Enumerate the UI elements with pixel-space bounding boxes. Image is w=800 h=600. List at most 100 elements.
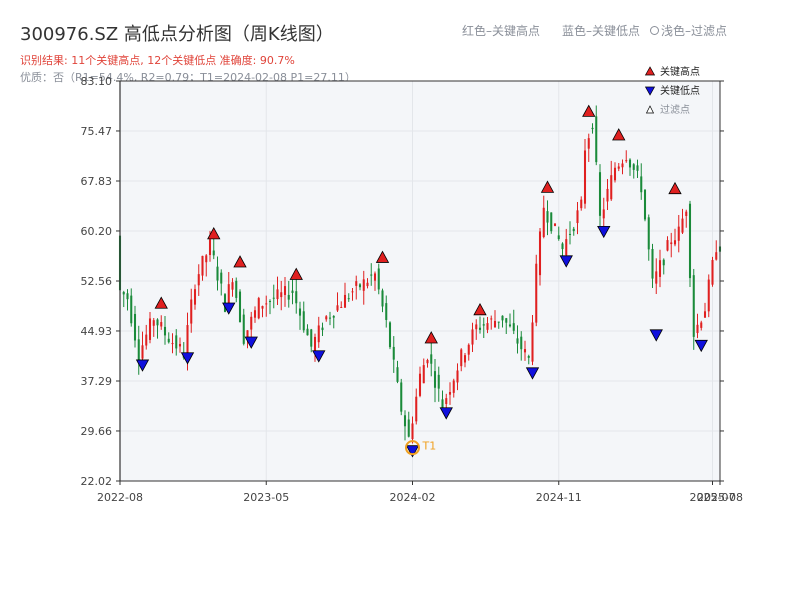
candle-body bbox=[688, 203, 692, 279]
candle-body bbox=[242, 314, 245, 344]
candle-body bbox=[565, 239, 568, 256]
candle-body bbox=[640, 176, 643, 193]
candle-body bbox=[628, 159, 632, 168]
candle-body bbox=[156, 319, 159, 326]
candle-body bbox=[490, 318, 493, 320]
candle-body bbox=[576, 210, 579, 224]
candle-body bbox=[553, 223, 557, 226]
candle-body bbox=[160, 322, 163, 327]
candle-body bbox=[715, 252, 718, 260]
candle-body bbox=[403, 415, 407, 427]
y-tick-label: 83.10 bbox=[81, 75, 113, 88]
candle-body bbox=[538, 231, 542, 276]
candle-body bbox=[377, 268, 380, 290]
candle-body bbox=[220, 272, 223, 284]
candle-body bbox=[370, 274, 373, 276]
candle-body bbox=[662, 259, 665, 266]
candle-body bbox=[700, 322, 703, 328]
candle-body bbox=[418, 373, 422, 396]
candle-body bbox=[313, 336, 317, 352]
candle-body bbox=[520, 336, 523, 350]
legend-label: 过滤点 bbox=[660, 103, 690, 116]
x-tick-label: 2023-05 bbox=[243, 491, 289, 504]
candle-body bbox=[411, 423, 414, 440]
candle-body bbox=[426, 359, 429, 364]
candle-body bbox=[302, 311, 305, 331]
y-tick-label: 75.47 bbox=[81, 125, 113, 138]
legend-label: 关键高点 bbox=[660, 65, 700, 78]
candle-body bbox=[130, 295, 133, 324]
candle-body bbox=[703, 311, 707, 318]
candle-body bbox=[523, 349, 527, 353]
candle-body bbox=[280, 292, 283, 298]
candle-body bbox=[343, 294, 347, 308]
candle-body bbox=[666, 240, 669, 251]
candle-body bbox=[647, 217, 650, 250]
candle-body bbox=[415, 396, 418, 422]
candle-body bbox=[617, 166, 620, 169]
candle-body bbox=[321, 327, 324, 331]
candle-body bbox=[467, 344, 470, 355]
candle-body bbox=[561, 243, 564, 250]
candle-body bbox=[677, 226, 680, 241]
y-tick-label: 22.02 bbox=[81, 475, 113, 488]
candle-body bbox=[613, 167, 617, 181]
candle-body bbox=[317, 325, 320, 343]
candle-body bbox=[501, 315, 504, 321]
candle-body bbox=[388, 322, 392, 348]
x-tick-label: 2024-11 bbox=[536, 491, 582, 504]
candle-body bbox=[272, 297, 275, 299]
candle-body bbox=[328, 317, 332, 319]
candle-body bbox=[238, 291, 242, 323]
candle-body bbox=[493, 320, 497, 328]
candle-body bbox=[336, 305, 339, 311]
candle-body bbox=[186, 325, 189, 357]
candle-body bbox=[148, 318, 152, 340]
candle-body bbox=[606, 188, 609, 202]
candle-body bbox=[227, 284, 230, 304]
candle-body bbox=[332, 315, 335, 318]
candle-body bbox=[201, 255, 204, 276]
candle-body bbox=[658, 260, 662, 277]
y-tick-label: 67.83 bbox=[81, 175, 113, 188]
candle-body bbox=[246, 330, 249, 338]
candle-body bbox=[257, 298, 260, 319]
candlestick-chart: T1 22.02 29.66 37.29 44.93 52.56 60.20 67.83 75… bbox=[81, 65, 743, 504]
candle-body bbox=[235, 280, 238, 298]
candle-body bbox=[407, 419, 410, 437]
candle-body bbox=[351, 291, 354, 293]
candle-body bbox=[175, 335, 178, 349]
candle-body bbox=[137, 339, 140, 361]
candle-body bbox=[636, 165, 639, 171]
candle-body bbox=[610, 175, 613, 200]
candle-body bbox=[546, 211, 549, 223]
candle-body bbox=[651, 248, 654, 279]
candle-body bbox=[437, 374, 440, 389]
candle-body bbox=[531, 322, 534, 362]
candle-body bbox=[145, 334, 148, 346]
candle-body bbox=[486, 323, 489, 330]
candle-body bbox=[276, 289, 279, 300]
candle-body bbox=[673, 240, 677, 245]
y-tick-label: 52.56 bbox=[81, 275, 113, 288]
candle-body bbox=[711, 259, 714, 285]
candle-body bbox=[595, 116, 598, 163]
candle-body bbox=[707, 279, 710, 312]
candle-body bbox=[471, 329, 474, 345]
candle-body bbox=[475, 324, 478, 330]
x-tick-label: 2025-08 bbox=[697, 491, 743, 504]
t1-label: T1 bbox=[422, 440, 437, 453]
candle-body bbox=[516, 338, 519, 344]
candle-body bbox=[527, 356, 530, 358]
candle-body bbox=[287, 294, 290, 300]
candle-body bbox=[448, 392, 452, 395]
candle-body bbox=[445, 398, 448, 405]
candle-body bbox=[373, 273, 377, 281]
candle-body bbox=[535, 263, 538, 323]
candle-body bbox=[591, 127, 594, 130]
candle-body bbox=[621, 163, 624, 168]
candle-body bbox=[400, 382, 403, 412]
candle-body bbox=[452, 380, 455, 393]
candle-body bbox=[456, 370, 459, 383]
candle-body bbox=[193, 289, 197, 305]
